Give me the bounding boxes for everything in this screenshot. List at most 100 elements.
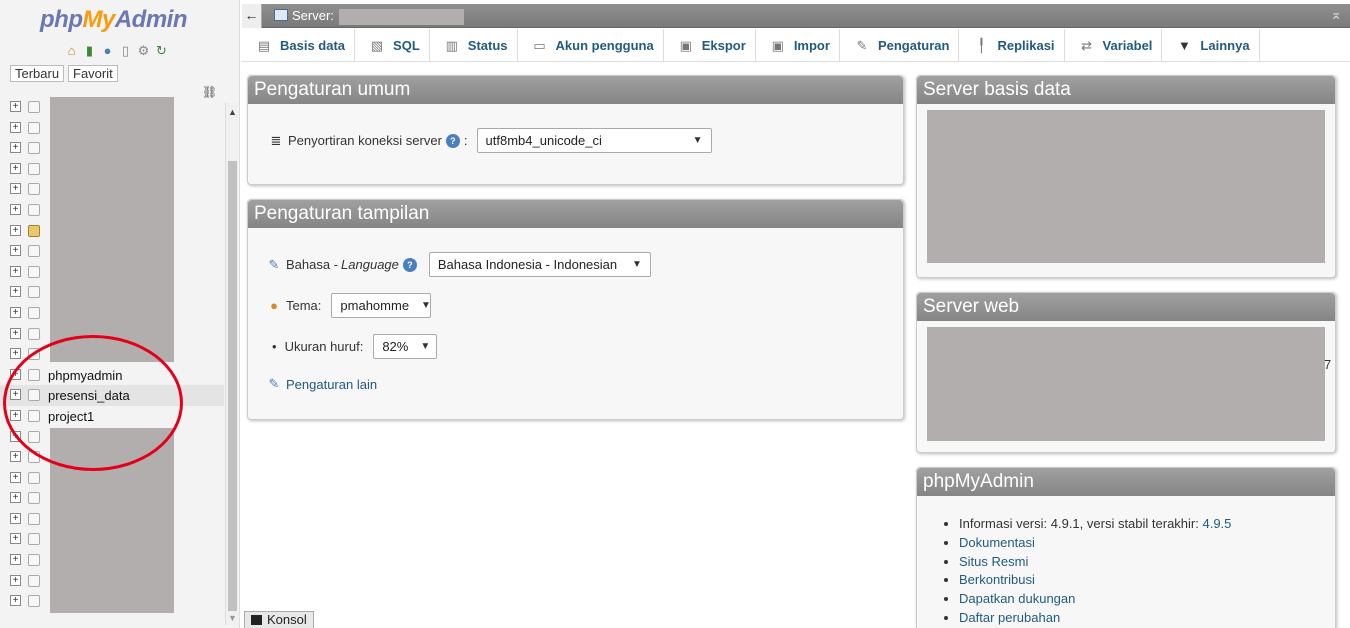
changelog-link[interactable]: Daftar perubahan [959,610,1060,625]
reload-icon[interactable]: ↻ [154,43,169,58]
recent-tab[interactable]: Terbaru [10,65,65,82]
favorites-tab[interactable]: Favorit [68,65,118,82]
phpmyadmin-links: Informasi versi: 4.9.1, versi stabil ter… [959,515,1231,628]
server-label[interactable]: Server: [292,8,334,23]
expand-icon[interactable]: + [10,368,21,380]
logout-icon[interactable]: ▮ [82,43,97,58]
database-lock-icon [28,224,40,237]
theme-select[interactable]: pmahomme ▼ [331,293,432,318]
expand-icon[interactable]: + [10,101,21,112]
export-icon: ▣ [679,37,692,53]
chevron-down-icon: ▼ [421,300,431,311]
documentation-link[interactable]: Dokumentasi [959,535,1035,550]
menu-variables[interactable]: ⇄ Variabel [1065,29,1163,62]
menu-databases[interactable]: ▤ Basis data [242,29,356,62]
list-item[interactable]: Dokumentasi [959,534,1231,553]
get-support-link[interactable]: Dapatkan dukungan [959,591,1075,606]
phpmyadmin-logo[interactable]: phpMyAdmin [40,6,188,34]
font-size-row: • Ukuran huruf: 82% ▼ [272,334,438,359]
help-icon[interactable]: ? [445,133,460,148]
scroll-down-icon[interactable]: ▼ [226,613,239,623]
scroll-up-icon[interactable]: ▲ [226,107,239,117]
expand-icon[interactable]: + [10,533,21,545]
language-row: ✎ Bahasa - Language ? Bahasa Indonesia -… [266,252,651,277]
list-icon: ≣ [270,132,282,148]
expand-icon[interactable]: + [10,306,21,318]
expand-icon[interactable]: + [10,554,21,566]
menu-user-accounts[interactable]: ▭ Akun pengguna [518,29,664,62]
expand-icon[interactable]: + [10,203,21,215]
expand-icon[interactable]: + [10,183,21,195]
expand-icon[interactable]: + [10,409,21,421]
menu-replication[interactable]: ╿ Replikasi [959,29,1065,62]
menu-sql[interactable]: ▧ SQL [355,29,430,62]
latest-version-link[interactable]: 4.9.5 [1202,516,1231,531]
expand-icon[interactable]: + [10,327,21,339]
collation-select[interactable]: utf8mb4_unicode_ci ▼ [476,128,712,153]
database-icon [28,142,40,155]
database-name[interactable]: phpmyadmin [48,368,122,383]
navigation-panel: phpMyAdmin ⌂ ▮ ● ▯ ⚙ ↻ Terbaru Favorit ⛓… [0,0,240,628]
terminal-icon [251,615,262,625]
menu-more[interactable]: ▼ Lainnya [1162,29,1260,62]
main-menu: ▤ Basis data ▧ SQL ▥ Status ▭ Akun pengguna … [242,29,1350,62]
database-icon [28,183,40,196]
expand-icon[interactable]: + [10,430,21,442]
expand-icon[interactable]: + [10,471,21,483]
chevron-down-icon: ▼ [420,341,431,352]
list-item[interactable]: Dapatkan dukungan [959,590,1231,609]
language-select[interactable]: Bahasa Indonesia - Indonesian ▼ [428,252,651,277]
list-item[interactable]: Berkontribusi [959,571,1231,590]
expand-icon[interactable]: + [10,162,21,174]
database-name[interactable]: presensi_data [48,388,130,403]
database-name[interactable]: project1 [48,409,94,424]
expand-icon[interactable]: + [10,245,21,257]
menu-import[interactable]: ▣ Impor [756,29,840,62]
scroll-to-top-icon[interactable]: ⌅ [1330,6,1342,23]
expand-icon[interactable]: + [10,492,21,504]
list-item[interactable]: Daftar perubahan [959,609,1231,628]
home-icon[interactable]: ⌂ [64,43,79,58]
expand-icon[interactable]: + [10,142,21,154]
official-site-link[interactable]: Situs Resmi [959,554,1028,569]
help-icon[interactable]: ? [402,257,417,272]
redacted-database-names-bottom [50,428,174,613]
menu-export[interactable]: ▣ Ekspor [664,29,756,62]
expand-icon[interactable]: + [10,265,21,277]
panel-title: Server web [917,293,1335,321]
contribute-link[interactable]: Berkontribusi [959,572,1035,587]
database-icon [28,306,40,319]
database-server-panel: Server basis data [916,75,1336,278]
menu-status[interactable]: ▥ Status [430,29,518,62]
list-item[interactable]: Situs Resmi [959,553,1231,572]
tree-row-presensi-data[interactable]: + presensi_data [0,385,224,406]
database-icon: ▤ [257,37,271,53]
font-size-select[interactable]: 82% ▼ [373,334,438,359]
server-icon [274,9,288,21]
documentation-icon[interactable]: ▯ [118,43,133,58]
help-icon[interactable]: ● [100,43,115,58]
expand-icon[interactable]: + [10,224,21,236]
scroll-thumb[interactable] [228,161,237,611]
gear-icon[interactable]: ⚙ [136,43,151,58]
theme-row: ● Tema: pmahomme ▼ [266,293,432,318]
collapse-nav-button[interactable]: ← [242,4,262,28]
nav-scrollbar[interactable]: ▲ ▼ [225,103,238,625]
language-label-italic: Language [341,257,399,272]
wrench-icon: ✎ [268,376,280,391]
expand-icon[interactable]: + [10,574,21,586]
tree-row-phpmyadmin[interactable]: + phpmyadmin [0,365,224,386]
expand-icon[interactable]: + [10,451,21,463]
tree-row-project1[interactable]: + project1 [0,406,224,427]
database-icon [28,203,40,216]
expand-icon[interactable]: + [10,286,21,298]
wrench-icon: ✎ [856,37,868,53]
expand-icon[interactable]: + [10,595,21,607]
expand-icon[interactable]: + [10,348,21,360]
expand-icon[interactable]: + [10,389,21,401]
more-settings-link[interactable]: Pengaturan lain [286,377,377,392]
console-toggle[interactable]: Konsol [244,611,314,628]
expand-icon[interactable]: + [10,121,21,133]
expand-icon[interactable]: + [10,512,21,524]
menu-settings[interactable]: ✎ Pengaturan [840,29,960,62]
